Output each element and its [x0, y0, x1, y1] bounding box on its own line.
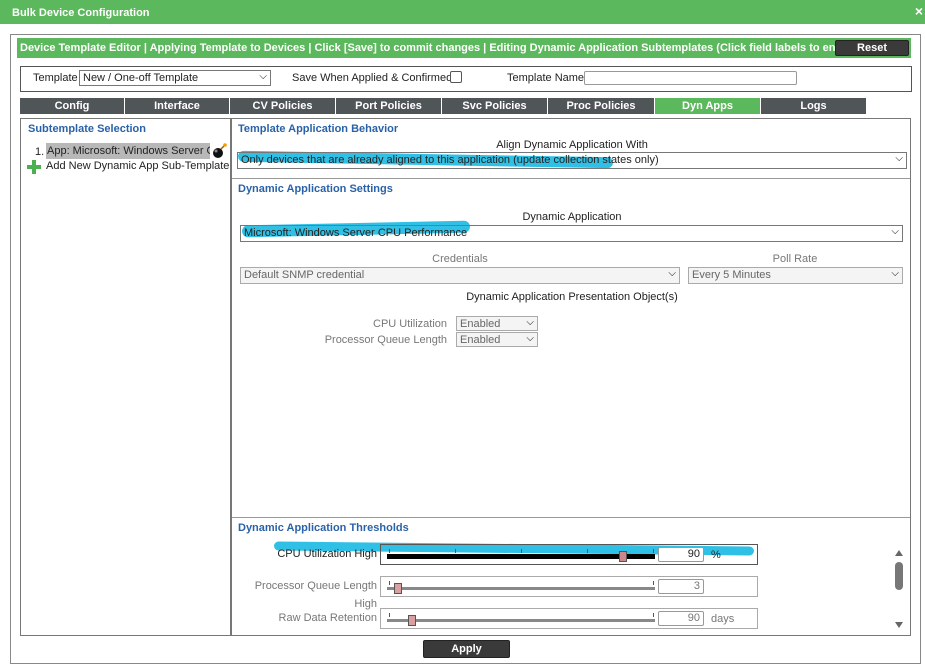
- threshold-slider-thumb[interactable]: [408, 615, 416, 626]
- chevron-down-icon: ⌵: [259, 71, 267, 82]
- threshold-label-processor-queue-length[interactable]: Processor Queue Length: [232, 580, 377, 592]
- close-icon[interactable]: ×: [915, 3, 923, 19]
- slider-tick: [587, 549, 588, 553]
- apply-button[interactable]: Apply: [423, 640, 510, 658]
- object-select-cpu-utilization[interactable]: Enabled ⌵: [456, 316, 538, 331]
- threshold-label-processor-queue-high[interactable]: High: [232, 598, 377, 610]
- slider-tick: [389, 581, 390, 585]
- threshold-value-retention[interactable]: 90: [658, 611, 704, 626]
- subtemplate-panel: Subtemplate Selection 1. App: Microsoft:…: [20, 118, 231, 636]
- tab-port-policies[interactable]: Port Policies: [336, 98, 442, 114]
- threshold-label-cpu-utilization-high[interactable]: CPU Utilization High: [232, 548, 377, 560]
- tab-proc-policies[interactable]: Proc Policies: [548, 98, 655, 114]
- poll-rate-select[interactable]: Every 5 Minutes ⌵: [688, 267, 903, 284]
- object-label-cpu-utilization[interactable]: CPU Utilization: [232, 318, 447, 330]
- tab-config[interactable]: Config: [20, 98, 125, 114]
- threshold-slider-thumb[interactable]: [619, 551, 627, 562]
- subtemplate-item-label: App: Microsoft: Windows Server C: [47, 145, 210, 157]
- threshold-unit-retention: days: [711, 613, 735, 625]
- credentials-label[interactable]: Credentials: [240, 253, 680, 265]
- threshold-value-queue[interactable]: 3: [658, 579, 704, 594]
- threshold-row-queue: 3: [380, 576, 758, 597]
- settings-title: Dynamic Application Settings: [238, 183, 393, 195]
- tab-cv-policies[interactable]: CV Policies: [230, 98, 336, 114]
- slider-tick: [389, 613, 390, 617]
- chevron-down-icon: ⌵: [895, 153, 903, 164]
- threshold-slider-queue[interactable]: [387, 587, 655, 590]
- threshold-label-raw-data-retention[interactable]: Raw Data Retention: [232, 612, 377, 624]
- threshold-slider-cpu[interactable]: [387, 554, 655, 559]
- template-label: Template: [33, 72, 78, 84]
- slider-tick: [653, 613, 654, 617]
- dynamic-app-select[interactable]: Microsoft: Windows Server CPU Performanc…: [240, 225, 903, 242]
- chevron-down-icon: ⌵: [668, 268, 676, 279]
- template-bar: Template New / One-off Template ⌵ Save W…: [20, 66, 912, 92]
- threshold-row-cpu: 90 %: [380, 544, 758, 565]
- subtemplate-index: 1.: [35, 146, 45, 158]
- window-titlebar: Bulk Device Configuration ×: [0, 0, 925, 24]
- align-select-value: Only devices that are already aligned to…: [241, 154, 659, 166]
- slider-tick: [653, 581, 654, 585]
- scrollbar-thumb[interactable]: [895, 562, 903, 590]
- credentials-select[interactable]: Default SNMP credential ⌵: [240, 267, 680, 284]
- poll-rate-label[interactable]: Poll Rate: [688, 253, 902, 265]
- tab-dyn-apps[interactable]: Dyn Apps: [655, 98, 761, 114]
- credentials-select-value: Default SNMP credential: [244, 269, 365, 281]
- align-select[interactable]: Only devices that are already aligned to…: [237, 152, 907, 169]
- scroll-up-icon[interactable]: [894, 549, 904, 557]
- add-subtemplate-link[interactable]: Add New Dynamic App Sub-Template: [46, 160, 229, 172]
- editor-header: Device Template Editor | Applying Templa…: [17, 38, 911, 58]
- editor-header-text: Device Template Editor | Applying Templa…: [20, 42, 877, 54]
- thresholds-scrollbar[interactable]: [894, 549, 904, 629]
- subtemplate-title: Subtemplate Selection: [28, 123, 146, 135]
- tab-interface[interactable]: Interface: [125, 98, 230, 114]
- slider-tick: [455, 549, 456, 553]
- tab-svc-policies[interactable]: Svc Policies: [442, 98, 548, 114]
- tab-bar: Config Interface CV Policies Port Polici…: [20, 98, 870, 114]
- dynamic-app-label: Dynamic Application: [522, 211, 622, 223]
- window-title: Bulk Device Configuration: [12, 7, 150, 19]
- bomb-icon[interactable]: [211, 143, 227, 159]
- presentation-objects-title: Dynamic Application Presentation Object(…: [466, 291, 678, 303]
- dyn-app-panel: Template Application Behavior Align Dyna…: [231, 118, 911, 636]
- slider-tick: [653, 549, 654, 553]
- align-label: Align Dynamic Application With: [496, 139, 648, 151]
- object-select-processor-queue-length[interactable]: Enabled ⌵: [456, 332, 538, 347]
- object-select-value: Enabled: [460, 334, 501, 346]
- scroll-down-icon[interactable]: [894, 621, 904, 629]
- threshold-slider-retention[interactable]: [387, 619, 655, 622]
- object-select-value: Enabled: [460, 318, 501, 330]
- chevron-down-icon: ⌵: [891, 268, 899, 279]
- poll-rate-select-value: Every 5 Minutes: [692, 269, 771, 281]
- slider-tick: [521, 549, 522, 553]
- slider-tick: [389, 549, 390, 553]
- divider: [232, 178, 910, 179]
- template-name-label: Template Name: [507, 72, 585, 84]
- threshold-unit-cpu: %: [711, 549, 721, 561]
- template-select-value: New / One-off Template: [83, 72, 199, 84]
- subtemplate-item[interactable]: App: Microsoft: Windows Server C: [46, 143, 210, 159]
- tab-logs[interactable]: Logs: [761, 98, 867, 114]
- save-when-applied-checkbox[interactable]: [450, 71, 462, 83]
- add-icon[interactable]: [27, 160, 41, 174]
- template-select[interactable]: New / One-off Template ⌵: [79, 70, 271, 86]
- chevron-down-icon: ⌵: [526, 333, 534, 344]
- save-when-applied-label: Save When Applied & Confirmed: [292, 72, 453, 84]
- behavior-title: Template Application Behavior: [238, 123, 399, 135]
- threshold-value-cpu[interactable]: 90: [658, 547, 704, 562]
- divider: [232, 517, 910, 518]
- chevron-down-icon: ⌵: [526, 317, 534, 328]
- thresholds-title: Dynamic Application Thresholds: [238, 522, 409, 534]
- reset-button[interactable]: Reset: [835, 40, 909, 56]
- threshold-slider-thumb[interactable]: [394, 583, 402, 594]
- chevron-down-icon: ⌵: [891, 226, 899, 237]
- object-label-processor-queue-length[interactable]: Processor Queue Length: [232, 334, 447, 346]
- threshold-row-retention: 90 days: [380, 608, 758, 629]
- template-name-input[interactable]: [584, 71, 797, 85]
- dynamic-app-select-value: Microsoft: Windows Server CPU Performanc…: [244, 227, 468, 239]
